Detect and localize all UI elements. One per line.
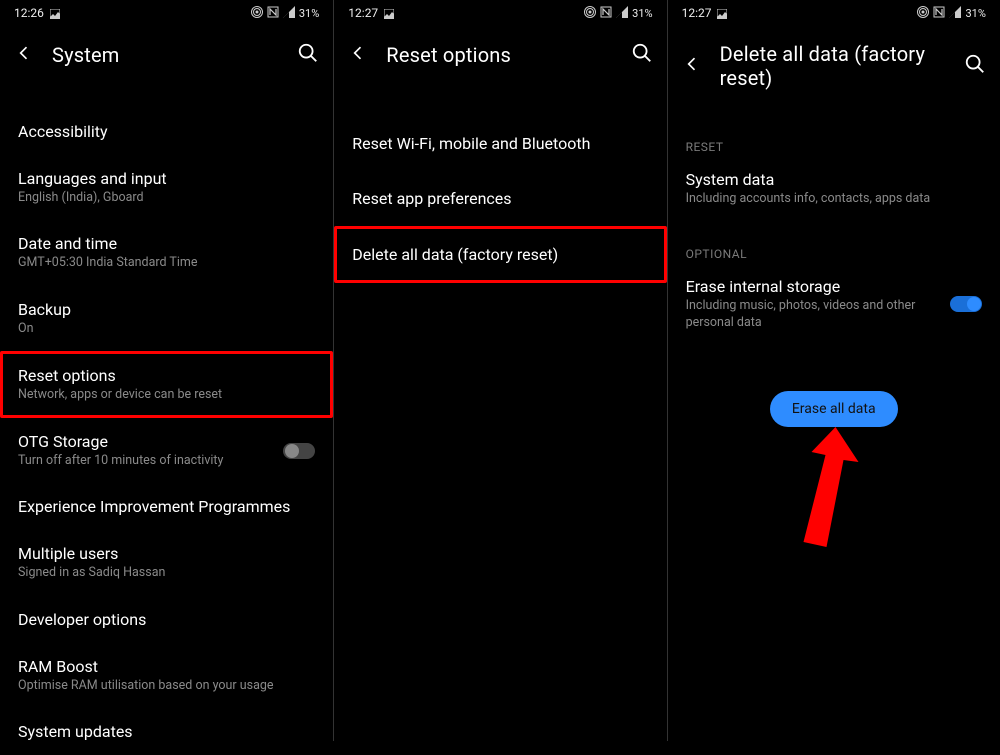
item-developer-options[interactable]: Developer options xyxy=(0,596,333,643)
back-icon[interactable] xyxy=(682,54,702,78)
status-time: 12:26 xyxy=(14,6,44,20)
item-factory-reset[interactable]: Delete all data (factory reset) xyxy=(334,226,666,283)
status-bar: 12:26 31% xyxy=(0,0,333,24)
item-date-time[interactable]: Date and time GMT+05:30 India Standard T… xyxy=(0,220,333,285)
status-time: 12:27 xyxy=(682,6,712,20)
nfc-icon xyxy=(933,6,945,21)
hotspot-icon xyxy=(917,6,929,21)
battery-text: 31% xyxy=(965,7,985,20)
item-reset-options[interactable]: Reset options Network, apps or device ca… xyxy=(0,351,333,418)
item-system-updates[interactable]: System updates xyxy=(0,708,333,755)
nfc-icon xyxy=(267,6,279,21)
section-optional-label: OPTIONAL xyxy=(668,247,1000,261)
signal-icon xyxy=(283,6,295,21)
page-title: System xyxy=(52,43,279,67)
battery-text: 31% xyxy=(299,7,319,20)
status-bar: 12:27 31% xyxy=(334,0,666,24)
item-accessibility[interactable]: Accessibility xyxy=(0,108,333,155)
screen-system: 12:26 31% System Accessibility La xyxy=(0,0,333,741)
nfc-icon xyxy=(600,6,612,21)
otg-toggle[interactable] xyxy=(283,443,315,459)
page-title: Reset options xyxy=(386,43,612,67)
factory-reset-content: RESET System data Including accounts inf… xyxy=(668,100,1000,427)
erase-storage-toggle[interactable] xyxy=(950,296,982,312)
item-backup[interactable]: Backup On xyxy=(0,286,333,351)
erase-all-data-button[interactable]: Erase all data xyxy=(770,391,898,427)
signal-icon xyxy=(616,6,628,21)
back-icon[interactable] xyxy=(14,43,34,67)
picture-icon xyxy=(50,8,60,18)
item-reset-app-prefs[interactable]: Reset app preferences xyxy=(334,171,666,226)
app-bar: System xyxy=(0,24,333,78)
settings-list: Accessibility Languages and input Englis… xyxy=(0,78,333,755)
search-icon[interactable] xyxy=(964,53,986,79)
item-experience-improvement[interactable]: Experience Improvement Programmes xyxy=(0,483,333,530)
status-time: 12:27 xyxy=(348,6,378,20)
battery-text: 31% xyxy=(632,7,652,20)
status-bar: 12:27 31% xyxy=(668,0,1000,24)
app-bar: Reset options xyxy=(334,24,666,78)
reset-list: Reset Wi-Fi, mobile and Bluetooth Reset … xyxy=(334,78,666,283)
search-icon[interactable] xyxy=(297,42,319,68)
screen-factory-reset: 12:27 31% Delete all data (factory reset… xyxy=(667,0,1000,741)
picture-icon xyxy=(717,8,727,18)
item-languages[interactable]: Languages and input English (India), Gbo… xyxy=(0,155,333,220)
arrow-annotation xyxy=(773,427,883,547)
item-ram-boost[interactable]: RAM Boost Optimise RAM utilisation based… xyxy=(0,643,333,708)
item-otg-storage[interactable]: OTG Storage Turn off after 10 minutes of… xyxy=(0,418,333,483)
hotspot-icon xyxy=(584,6,596,21)
back-icon[interactable] xyxy=(348,43,368,67)
section-reset-label: RESET xyxy=(668,140,1000,154)
search-icon[interactable] xyxy=(631,42,653,68)
item-reset-wifi[interactable]: Reset Wi-Fi, mobile and Bluetooth xyxy=(334,116,666,171)
item-erase-storage[interactable]: Erase internal storage Including music, … xyxy=(668,267,1000,341)
app-bar: Delete all data (factory reset) xyxy=(668,24,1000,100)
page-title: Delete all data (factory reset) xyxy=(720,42,946,90)
item-system-data: System data Including accounts info, con… xyxy=(668,160,1000,217)
item-multiple-users[interactable]: Multiple users Signed in as Sadiq Hassan xyxy=(0,530,333,595)
picture-icon xyxy=(384,8,394,18)
screen-reset-options: 12:27 31% Reset options Reset Wi-Fi, mob… xyxy=(333,0,666,741)
hotspot-icon xyxy=(251,6,263,21)
signal-icon xyxy=(949,6,961,21)
